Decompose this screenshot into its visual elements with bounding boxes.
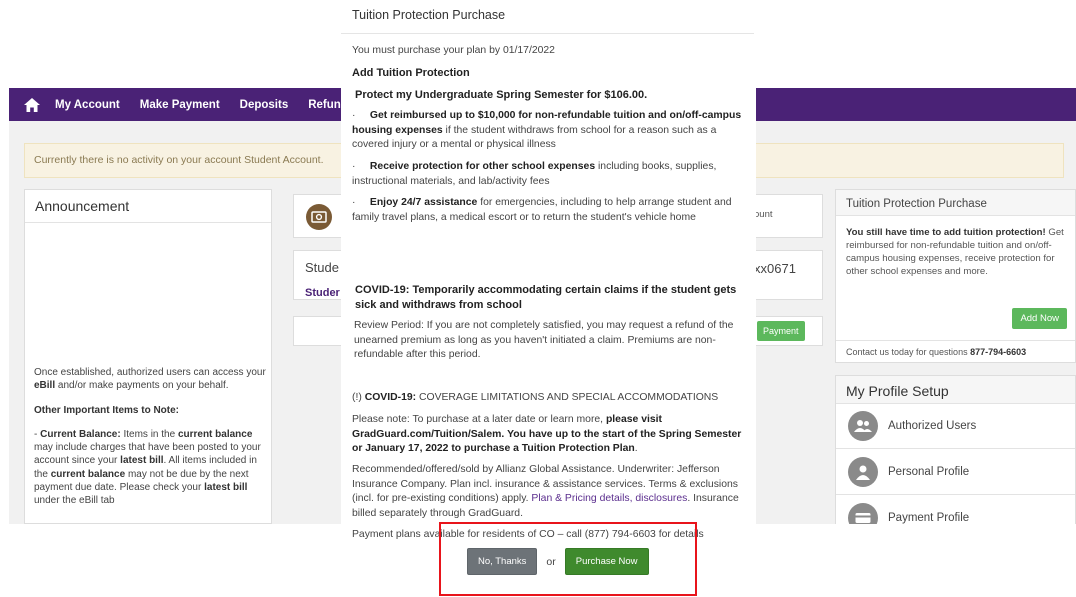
account-card-right: ount: [753, 194, 823, 238]
payment-card: [293, 316, 345, 346]
announcement-title: Announcement: [25, 190, 271, 223]
users-icon: [848, 411, 878, 441]
purchase-deadline: You must purchase your plan by 01/17/202…: [352, 45, 555, 56]
student-card-link[interactable]: Studer: [305, 287, 340, 299]
tuition-card-contact: Contact us today for questions 877-794-6…: [836, 340, 1075, 363]
account-card: [293, 194, 345, 238]
profile-item-authorized-users[interactable]: Authorized Users: [836, 404, 1075, 449]
payment-card-right: Payment: [753, 316, 823, 346]
add-now-button[interactable]: Add Now: [1012, 308, 1067, 329]
home-icon[interactable]: [9, 88, 55, 121]
benefit-assistance: · Enjoy 24/7 assistance for emergencies,…: [352, 197, 732, 223]
benefit-reimbursement: · Get reimbursed up to $10,000 for non-r…: [352, 110, 742, 150]
tuition-card-title: Tuition Protection Purchase: [836, 190, 1075, 216]
account-number: xx0671: [754, 261, 796, 276]
covid-limitations: (!) COVID-19: COVERAGE LIMITATIONS AND S…: [352, 392, 719, 403]
covid-claims-heading: COVID-19: Temporarily accommodating cert…: [355, 284, 737, 311]
bullet-dot: ·: [352, 110, 370, 121]
benefit-school-expenses: · Receive protection for other school ex…: [352, 161, 717, 187]
tuition-card-body: You still have time to add tuition prote…: [846, 227, 1064, 277]
nav-my-account[interactable]: My Account: [55, 99, 120, 111]
account-label: ount: [754, 209, 773, 220]
announcement-text: Once established, authorized users can a…: [34, 366, 266, 519]
plan-pricing-link[interactable]: Plan & Pricing details, disclosures: [531, 493, 687, 504]
review-period-text: Review Period: If you are not completely…: [354, 320, 734, 360]
profile-setup-panel: My Profile Setup Authorized Users Person…: [835, 375, 1076, 524]
nav-deposits[interactable]: Deposits: [240, 99, 289, 111]
highlight-box: [439, 522, 697, 596]
nav-make-payment[interactable]: Make Payment: [140, 99, 220, 111]
modal-divider: [341, 33, 754, 34]
student-card-title: Stude: [305, 260, 339, 275]
person-icon: [848, 457, 878, 487]
announcement-paragraph: Once established, authorized users can a…: [34, 367, 266, 392]
modal-title: Tuition Protection Purchase: [352, 8, 506, 22]
purchase-later-note: Please note: To purchase at a later date…: [352, 414, 742, 454]
profile-item-label: Authorized Users: [888, 420, 977, 432]
tuition-protection-card: Tuition Protection Purchase You still ha…: [835, 189, 1076, 363]
other-items-heading: Other Important Items to Note:: [34, 404, 180, 416]
bullet-dot: ·: [352, 197, 370, 208]
legal-disclosure: Recommended/offered/sold by Allianz Glob…: [352, 464, 739, 519]
current-balance-note: - Current Balance: Items in the current …: [34, 428, 261, 507]
profile-setup-title: My Profile Setup: [836, 376, 1075, 404]
make-payment-button[interactable]: Payment: [757, 321, 805, 341]
profile-item-payment-profile[interactable]: Payment Profile: [836, 496, 1075, 524]
bullet-dot: ·: [352, 161, 370, 172]
card-icon: [848, 503, 878, 524]
money-icon: [306, 204, 332, 230]
student-account-card: Stude Studer: [293, 250, 345, 300]
profile-item-label: Personal Profile: [888, 466, 970, 478]
account-number-card: xx0671: [753, 250, 823, 300]
announcement-panel: Announcement Once established, authorize…: [24, 189, 272, 524]
add-protection-heading: Add Tuition Protection: [352, 67, 470, 79]
protect-semester-line: Protect my Undergraduate Spring Semester…: [355, 89, 648, 101]
profile-item-label: Payment Profile: [888, 512, 970, 524]
profile-item-personal-profile[interactable]: Personal Profile: [836, 450, 1075, 495]
tuition-protection-modal: Tuition Protection Purchase You must pur…: [341, 0, 756, 597]
